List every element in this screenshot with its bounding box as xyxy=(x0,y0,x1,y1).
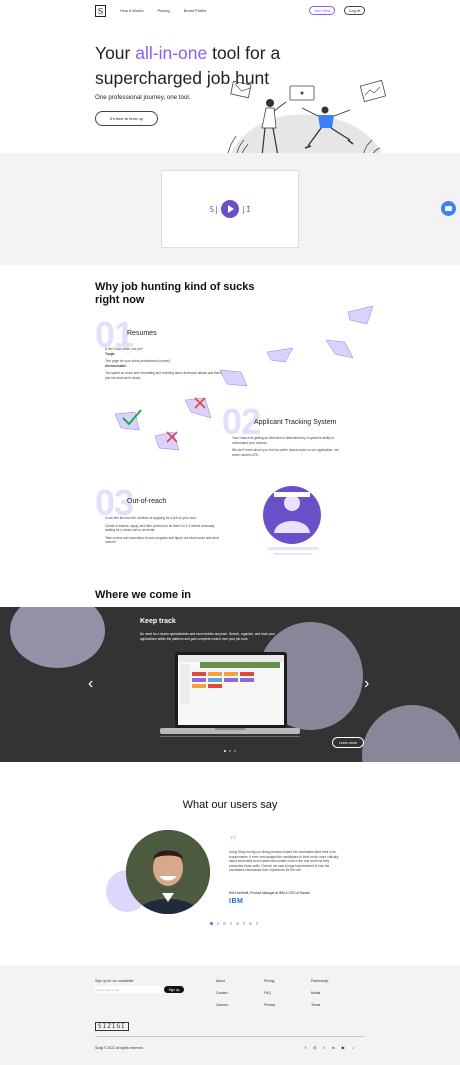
learn-more-button[interactable]: Learn more xyxy=(332,737,364,748)
why-text-out-of-reach: It can feel far from the confines of app… xyxy=(105,516,223,545)
laptop-screenshot xyxy=(160,652,300,737)
footer-link-pricing[interactable]: Pricing xyxy=(264,979,274,983)
newsletter-email-input[interactable]: Enter your email xyxy=(95,986,163,993)
social-links: f ◎ t in ▶ ♪ xyxy=(305,1045,354,1050)
slide-title: Keep track xyxy=(140,618,176,625)
newsletter-label: Sign up for our newsletter xyxy=(95,979,134,983)
video-player[interactable]: S| |I xyxy=(161,170,299,248)
join-now-button[interactable]: Join Now xyxy=(309,6,335,15)
facebook-icon[interactable]: f xyxy=(305,1045,306,1050)
footer-link-partnership[interactable]: Partnership xyxy=(311,979,328,983)
footer-link-privacy[interactable]: Privacy xyxy=(264,1003,275,1007)
hero-title-part: Your xyxy=(95,43,136,63)
testimonial-dot[interactable] xyxy=(216,922,219,925)
copyright: Sizigi © 2021 all rights reserved xyxy=(95,1046,143,1050)
footer xyxy=(0,965,460,1065)
footer-link-careers[interactable]: Careers xyxy=(216,1003,228,1007)
decor-circle-bottom xyxy=(362,705,460,762)
footer-link-about[interactable]: About xyxy=(216,979,225,983)
email-placeholder: Enter your email xyxy=(97,987,119,992)
video-logo-left: S| xyxy=(209,204,219,214)
carousel-dot[interactable] xyxy=(234,750,236,752)
footer-logo-wordmark: SIZIGI xyxy=(95,1022,129,1031)
hero-title-part-2: tool for a xyxy=(207,43,281,63)
top-nav: How it Works Pricing Boost Profile xyxy=(120,8,206,13)
chat-icon xyxy=(445,205,452,211)
hero-tagline: One professional journey, one tool. xyxy=(95,94,191,101)
why-line: Create a resume, apply, and then proceed… xyxy=(105,523,215,533)
testimonial-author: Erik Hornfeldt, Product Manager at IBM &… xyxy=(229,891,310,895)
twitter-icon[interactable]: t xyxy=(324,1045,325,1050)
newsletter-signup-button[interactable]: Sign up xyxy=(164,986,184,993)
why-line: It can feel far from the confines of app… xyxy=(105,516,197,520)
footer-link-contact[interactable]: Contact xyxy=(216,991,228,995)
carousel-dot-active[interactable] xyxy=(224,750,226,752)
testimonial-dot[interactable] xyxy=(229,922,232,925)
testimonial-avatar xyxy=(126,830,210,914)
video-logo-right: |I xyxy=(241,204,251,214)
carousel-dot[interactable] xyxy=(229,750,231,752)
why-line: Take control and ownership of your progr… xyxy=(105,535,219,545)
testimonial-dot[interactable] xyxy=(223,922,226,925)
nav-link-how-it-works[interactable]: How it Works xyxy=(120,8,143,13)
testimonial-dot-active[interactable] xyxy=(210,922,213,925)
tiktok-icon[interactable]: ♪ xyxy=(352,1045,354,1050)
play-icon xyxy=(227,205,234,213)
hero-title-accent: all-in-one xyxy=(135,43,208,63)
linkedin-icon[interactable]: in xyxy=(332,1045,335,1050)
where-title: Where we come in xyxy=(95,589,191,601)
testimonial-dots xyxy=(210,922,258,925)
footer-link-media[interactable]: Media xyxy=(311,991,320,995)
testimonial-dot[interactable] xyxy=(236,922,239,925)
testimonial-dot[interactable] xyxy=(255,922,258,925)
quote-mark: “ xyxy=(229,832,238,851)
nav-link-boost-profile[interactable]: Boost Profile xyxy=(184,8,207,13)
floating-resumes-illustration xyxy=(114,305,374,451)
testimonial-dot[interactable] xyxy=(249,922,252,925)
slide-text: No need for a dozen spreadsheets and exc… xyxy=(140,632,276,641)
avatar-illustration xyxy=(263,486,321,555)
why-title-out-of-reach: Out-of-reach xyxy=(127,498,167,505)
login-button[interactable]: Log in xyxy=(344,6,365,15)
footer-link-terms[interactable]: Terms xyxy=(311,1003,320,1007)
nav-link-pricing[interactable]: Pricing xyxy=(157,8,169,13)
footer-link-faq[interactable]: FAQ xyxy=(264,991,271,995)
carousel-dots xyxy=(224,750,236,752)
testimonials-title: What our users say xyxy=(182,799,278,811)
logo[interactable]: S xyxy=(95,5,106,17)
carousel-prev-button[interactable]: ‹ xyxy=(88,675,93,693)
testimonial-dot[interactable] xyxy=(242,922,245,925)
play-button[interactable] xyxy=(221,200,239,218)
instagram-icon[interactable]: ◎ xyxy=(313,1045,317,1050)
company-logo: IBM xyxy=(229,898,244,905)
level-up-button[interactable]: It's time to level up xyxy=(95,111,158,126)
decor-circle-left xyxy=(10,607,105,668)
carousel-next-button[interactable]: › xyxy=(364,675,369,693)
chat-widget-button[interactable] xyxy=(441,201,456,216)
testimonial-quote: Using Sizigi during our hiring process h… xyxy=(229,850,339,873)
footer-divider xyxy=(95,1036,365,1037)
youtube-icon[interactable]: ▶ xyxy=(342,1045,345,1050)
logo-letter: S xyxy=(97,6,104,16)
person-photo xyxy=(126,830,210,914)
